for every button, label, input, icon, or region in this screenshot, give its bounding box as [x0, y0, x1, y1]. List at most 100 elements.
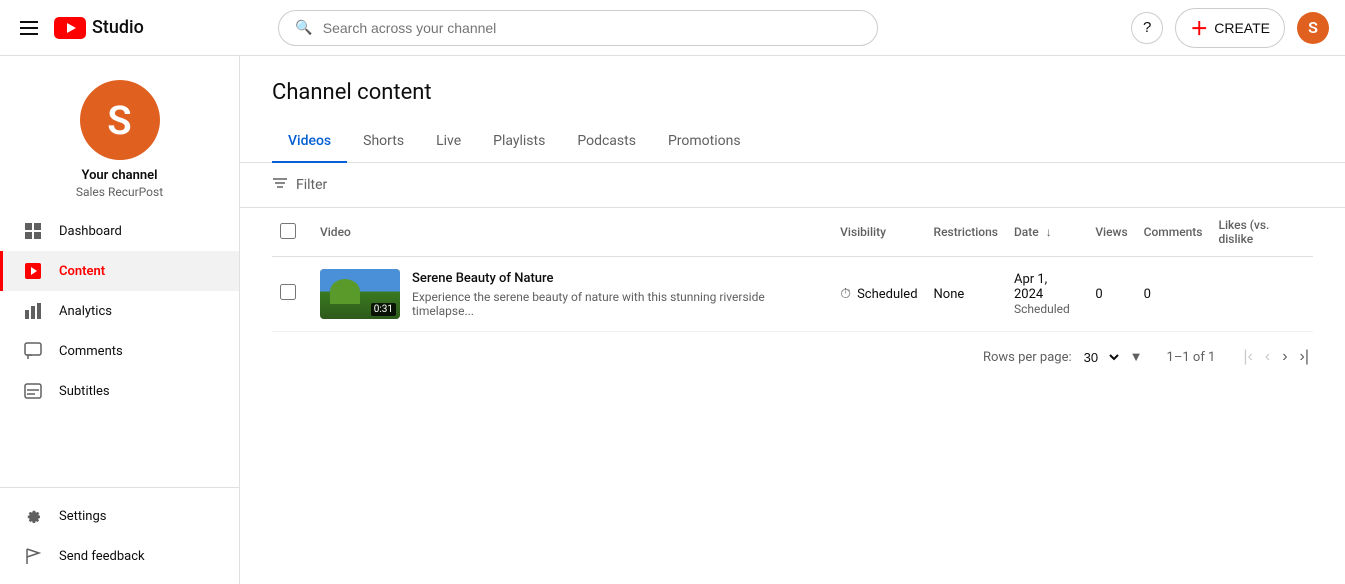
table-container: Video Visibility Restrictions Date ↓ Vie… [240, 208, 1345, 332]
grid-icon [23, 221, 43, 241]
row-comments-cell: 0 [1136, 257, 1211, 332]
tabs-bar: Videos Shorts Live Playlists Podcasts Pr… [240, 121, 1345, 163]
visibility-value: ⏱ Scheduled [840, 286, 917, 302]
col-visibility: Visibility [832, 208, 925, 257]
last-page-button[interactable]: ›| [1296, 344, 1313, 370]
tab-videos[interactable]: Videos [272, 121, 347, 163]
date-col-label: Date [1014, 225, 1039, 239]
col-views: Views [1087, 208, 1135, 257]
top-nav: Studio 🔍 ? ＋ CREATE S [0, 0, 1345, 56]
search-bar[interactable]: 🔍 [278, 10, 878, 46]
channel-name: Your channel [81, 168, 157, 183]
create-button[interactable]: ＋ CREATE [1175, 8, 1285, 48]
video-duration: 0:31 [371, 303, 396, 316]
tab-playlists[interactable]: Playlists [477, 121, 561, 163]
channel-sub: Sales RecurPost [76, 185, 163, 199]
row-views-cell: 0 [1087, 257, 1135, 332]
subtitles-label: Subtitles [59, 384, 110, 399]
help-button[interactable]: ? [1131, 12, 1163, 44]
first-page-button[interactable]: |‹ [1239, 344, 1256, 370]
col-checkbox [272, 208, 312, 257]
video-thumbnail[interactable]: 0:31 [320, 269, 400, 319]
clock-icon: ⏱ [840, 286, 851, 302]
topnav-left: Studio [16, 17, 144, 39]
col-video: Video [312, 208, 832, 257]
settings-label: Settings [59, 509, 106, 524]
tab-live[interactable]: Live [420, 121, 477, 163]
next-page-button[interactable]: › [1278, 344, 1291, 370]
filter-bar: Filter [240, 163, 1345, 208]
gear-icon [23, 506, 43, 526]
dashboard-label: Dashboard [59, 224, 122, 239]
create-plus-icon: ＋ [1190, 15, 1208, 41]
sidebar: S Your channel Sales RecurPost Dashboard… [0, 56, 240, 584]
sidebar-item-settings[interactable]: Settings [0, 496, 239, 536]
studio-label: Studio [92, 17, 144, 38]
row-checkbox-cell [272, 257, 312, 332]
sidebar-item-send-feedback[interactable]: Send feedback [0, 536, 239, 576]
sidebar-item-subtitles[interactable]: Subtitles [0, 371, 239, 411]
sort-icon: ↓ [1046, 225, 1052, 239]
select-all-checkbox[interactable] [280, 223, 296, 239]
sidebar-bottom: Settings Send feedback [0, 487, 239, 576]
content-label: Content [59, 264, 105, 279]
sidebar-item-analytics[interactable]: Analytics [0, 291, 239, 331]
row-checkbox[interactable] [280, 284, 296, 300]
rows-per-page-label: Rows per page: [983, 350, 1072, 365]
main-content: Channel content Videos Shorts Live Playl… [240, 56, 1345, 584]
col-likes: Likes (vs. dislike [1210, 208, 1313, 257]
search-icon: 🔍 [295, 20, 312, 36]
sidebar-item-dashboard[interactable]: Dashboard [0, 211, 239, 251]
visibility-text: Scheduled [857, 287, 917, 302]
col-restrictions: Restrictions [926, 208, 1006, 257]
layout: S Your channel Sales RecurPost Dashboard… [0, 56, 1345, 584]
filter-icon [272, 175, 288, 195]
video-description: Experience the serene beauty of nature w… [412, 290, 824, 318]
play-icon [23, 261, 43, 281]
analytics-label: Analytics [59, 304, 112, 319]
comment-icon [23, 341, 43, 361]
rows-per-page-select[interactable]: 30 50 100 [1080, 349, 1122, 366]
filter-label[interactable]: Filter [296, 177, 327, 193]
sidebar-item-comments[interactable]: Comments [0, 331, 239, 371]
date-sub-value: Scheduled [1014, 302, 1079, 316]
channel-avatar[interactable]: S [80, 80, 160, 160]
sidebar-item-content[interactable]: Content [0, 251, 239, 291]
tab-shorts[interactable]: Shorts [347, 121, 420, 163]
logo: Studio [54, 17, 144, 39]
youtube-icon [54, 17, 86, 39]
flag-icon [23, 546, 43, 566]
menu-button[interactable] [16, 17, 42, 39]
tab-podcasts[interactable]: Podcasts [561, 121, 652, 163]
page-title: Channel content [272, 80, 1313, 105]
search-input[interactable] [323, 20, 862, 36]
table-body: 0:31 Serene Beauty of Nature Experience … [272, 257, 1313, 332]
video-info: Serene Beauty of Nature Experience the s… [412, 271, 824, 318]
rows-per-page: Rows per page: 30 50 100 ▼ [983, 349, 1143, 366]
video-title: Serene Beauty of Nature [412, 271, 824, 286]
send-feedback-label: Send feedback [59, 549, 145, 564]
avatar[interactable]: S [1297, 12, 1329, 44]
page-header: Channel content [240, 56, 1345, 105]
sidebar-nav: Dashboard Content Analytics Comments [0, 211, 239, 411]
video-cell: 0:31 Serene Beauty of Nature Experience … [320, 269, 824, 319]
prev-page-button[interactable]: ‹ [1261, 344, 1274, 370]
table-header-row: Video Visibility Restrictions Date ↓ Vie… [272, 208, 1313, 257]
row-video-cell: 0:31 Serene Beauty of Nature Experience … [312, 257, 832, 332]
pagination: Rows per page: 30 50 100 ▼ 1–1 of 1 |‹ ‹… [240, 332, 1345, 382]
page-info: 1–1 of 1 [1167, 350, 1216, 365]
col-date[interactable]: Date ↓ [1006, 208, 1087, 257]
col-comments: Comments [1136, 208, 1211, 257]
pagination-nav: |‹ ‹ › ›| [1239, 344, 1313, 370]
table-row: 0:31 Serene Beauty of Nature Experience … [272, 257, 1313, 332]
date-value: Apr 1, 2024 [1014, 272, 1079, 302]
row-likes-cell [1210, 257, 1313, 332]
subtitles-icon [23, 381, 43, 401]
channel-info: S Your channel Sales RecurPost [0, 64, 239, 211]
row-visibility-cell: ⏱ Scheduled [832, 257, 925, 332]
content-table: Video Visibility Restrictions Date ↓ Vie… [272, 208, 1313, 332]
row-date-cell: Apr 1, 2024 Scheduled [1006, 257, 1087, 332]
tab-promotions[interactable]: Promotions [652, 121, 757, 163]
chevron-down-icon: ▼ [1130, 349, 1143, 365]
bar-chart-icon [23, 301, 43, 321]
